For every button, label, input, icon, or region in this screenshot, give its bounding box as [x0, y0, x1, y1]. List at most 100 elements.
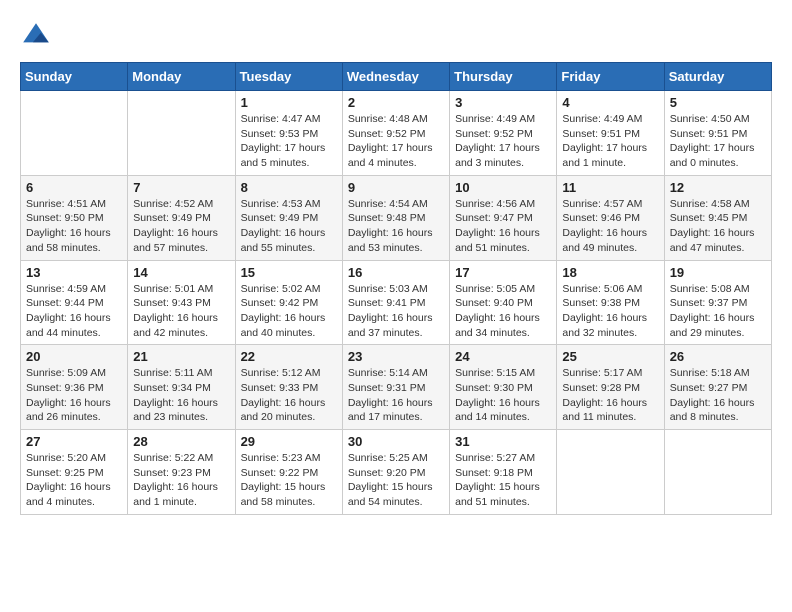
- column-header-sunday: Sunday: [21, 63, 128, 91]
- day-number: 5: [670, 95, 766, 110]
- day-number: 24: [455, 349, 551, 364]
- day-number: 17: [455, 265, 551, 280]
- day-info: Sunrise: 4:53 AMSunset: 9:49 PMDaylight:…: [241, 197, 337, 256]
- day-number: 12: [670, 180, 766, 195]
- logo-icon: [20, 20, 52, 52]
- calendar-cell: 14Sunrise: 5:01 AMSunset: 9:43 PMDayligh…: [128, 260, 235, 345]
- calendar-cell: 27 Sunrise: 5:20 AMSunset: 9:25 PMDayligh…: [21, 430, 128, 515]
- day-info: Sunrise: 4:57 AMSunset: 9:46 PMDaylight:…: [562, 197, 658, 256]
- calendar-cell: 6 Sunrise: 4:51 AMSunset: 9:50 PMDaylight…: [21, 175, 128, 260]
- column-header-friday: Friday: [557, 63, 664, 91]
- calendar-header-row: SundayMondayTuesdayWednesdayThursdayFrid…: [21, 63, 772, 91]
- day-info: Sunrise: 4:50 AMSunset: 9:51 PMDaylight:…: [670, 112, 766, 171]
- day-number: 20: [26, 349, 122, 364]
- calendar-cell: 7 Sunrise: 4:52 AMSunset: 9:49 PMDaylight…: [128, 175, 235, 260]
- calendar-cell: 24 Sunrise: 5:15 AMSunset: 9:30 PMDayligh…: [450, 345, 557, 430]
- day-info: Sunrise: 5:23 AMSunset: 9:22 PMDaylight:…: [241, 451, 337, 510]
- calendar-cell: [557, 430, 664, 515]
- day-info: Sunrise: 5:08 AMSunset: 9:37 PMDaylight:…: [670, 282, 766, 341]
- day-info: Sunrise: 4:52 AMSunset: 9:49 PMDaylight:…: [133, 197, 229, 256]
- calendar-week-1: 1 Sunrise: 4:47 AMSunset: 9:53 PMDaylight…: [21, 91, 772, 176]
- day-info: Sunrise: 5:17 AMSunset: 9:28 PMDaylight:…: [562, 366, 658, 425]
- day-number: 6: [26, 180, 122, 195]
- day-info: Sunrise: 5:20 AMSunset: 9:25 PMDaylight:…: [26, 451, 122, 510]
- day-info: Sunrise: 4:59 AMSunset: 9:44 PMDaylight:…: [26, 282, 122, 341]
- day-info: Sunrise: 5:14 AMSunset: 9:31 PMDaylight:…: [348, 366, 444, 425]
- day-info: Sunrise: 5:27 AMSunset: 9:18 PMDaylight:…: [455, 451, 551, 510]
- day-info: Sunrise: 4:47 AMSunset: 9:53 PMDaylight:…: [241, 112, 337, 171]
- day-number: 19: [670, 265, 766, 280]
- calendar-cell: 23 Sunrise: 5:14 AMSunset: 9:31 PMDayligh…: [342, 345, 449, 430]
- day-number: 8: [241, 180, 337, 195]
- day-info: Sunrise: 5:25 AMSunset: 9:20 PMDaylight:…: [348, 451, 444, 510]
- calendar-cell: 31 Sunrise: 5:27 AMSunset: 9:18 PMDayligh…: [450, 430, 557, 515]
- day-number: 29: [241, 434, 337, 449]
- calendar-cell: 28 Sunrise: 5:22 AMSunset: 9:23 PMDayligh…: [128, 430, 235, 515]
- day-number: 3: [455, 95, 551, 110]
- calendar-cell: 21 Sunrise: 5:11 AMSunset: 9:34 PMDayligh…: [128, 345, 235, 430]
- calendar-cell: [664, 430, 771, 515]
- day-info: Sunrise: 4:58 AMSunset: 9:45 PMDaylight:…: [670, 197, 766, 256]
- calendar-cell: 25 Sunrise: 5:17 AMSunset: 9:28 PMDayligh…: [557, 345, 664, 430]
- day-number: 16: [348, 265, 444, 280]
- calendar-week-5: 27 Sunrise: 5:20 AMSunset: 9:25 PMDayligh…: [21, 430, 772, 515]
- day-info: Sunrise: 4:51 AMSunset: 9:50 PMDaylight:…: [26, 197, 122, 256]
- day-number: 9: [348, 180, 444, 195]
- day-number: 1: [241, 95, 337, 110]
- calendar: SundayMondayTuesdayWednesdayThursdayFrid…: [20, 62, 772, 515]
- day-info: Sunrise: 5:12 AMSunset: 9:33 PMDaylight:…: [241, 366, 337, 425]
- calendar-cell: 1 Sunrise: 4:47 AMSunset: 9:53 PMDaylight…: [235, 91, 342, 176]
- calendar-cell: [128, 91, 235, 176]
- day-number: 27: [26, 434, 122, 449]
- calendar-cell: 19 Sunrise: 5:08 AMSunset: 9:37 PMDayligh…: [664, 260, 771, 345]
- day-info: Sunrise: 5:03 AMSunset: 9:41 PMDaylight:…: [348, 282, 444, 341]
- day-number: 30: [348, 434, 444, 449]
- day-number: 10: [455, 180, 551, 195]
- calendar-cell: 3 Sunrise: 4:49 AMSunset: 9:52 PMDaylight…: [450, 91, 557, 176]
- day-number: 2: [348, 95, 444, 110]
- day-info: Sunrise: 5:05 AMSunset: 9:40 PMDaylight:…: [455, 282, 551, 341]
- calendar-cell: [21, 91, 128, 176]
- day-number: 26: [670, 349, 766, 364]
- day-number: 7: [133, 180, 229, 195]
- column-header-tuesday: Tuesday: [235, 63, 342, 91]
- day-number: 31: [455, 434, 551, 449]
- day-number: 13: [26, 265, 122, 280]
- day-info: Sunrise: 4:48 AMSunset: 9:52 PMDaylight:…: [348, 112, 444, 171]
- calendar-cell: 4Sunrise: 4:49 AMSunset: 9:51 PMDaylight…: [557, 91, 664, 176]
- day-info: Sunrise: 5:22 AMSunset: 9:23 PMDaylight:…: [133, 451, 229, 510]
- calendar-cell: 8 Sunrise: 4:53 AMSunset: 9:49 PMDaylight…: [235, 175, 342, 260]
- calendar-cell: 10Sunrise: 4:56 AMSunset: 9:47 PMDayligh…: [450, 175, 557, 260]
- day-info: Sunrise: 5:01 AMSunset: 9:43 PMDaylight:…: [133, 282, 229, 341]
- day-number: 21: [133, 349, 229, 364]
- day-info: Sunrise: 5:15 AMSunset: 9:30 PMDaylight:…: [455, 366, 551, 425]
- day-number: 25: [562, 349, 658, 364]
- calendar-cell: 5 Sunrise: 4:50 AMSunset: 9:51 PMDaylight…: [664, 91, 771, 176]
- day-info: Sunrise: 5:02 AMSunset: 9:42 PMDaylight:…: [241, 282, 337, 341]
- calendar-cell: 16 Sunrise: 5:03 AMSunset: 9:41 PMDayligh…: [342, 260, 449, 345]
- day-info: Sunrise: 5:09 AMSunset: 9:36 PMDaylight:…: [26, 366, 122, 425]
- day-info: Sunrise: 5:06 AMSunset: 9:38 PMDaylight:…: [562, 282, 658, 341]
- header: [20, 20, 772, 52]
- calendar-week-3: 13 Sunrise: 4:59 AMSunset: 9:44 PMDayligh…: [21, 260, 772, 345]
- column-header-monday: Monday: [128, 63, 235, 91]
- day-number: 23: [348, 349, 444, 364]
- logo: [20, 20, 56, 52]
- day-info: Sunrise: 4:54 AMSunset: 9:48 PMDaylight:…: [348, 197, 444, 256]
- day-info: Sunrise: 5:11 AMSunset: 9:34 PMDaylight:…: [133, 366, 229, 425]
- calendar-cell: 18Sunrise: 5:06 AMSunset: 9:38 PMDayligh…: [557, 260, 664, 345]
- day-info: Sunrise: 4:49 AMSunset: 9:51 PMDaylight:…: [562, 112, 658, 171]
- day-info: Sunrise: 4:49 AMSunset: 9:52 PMDaylight:…: [455, 112, 551, 171]
- column-header-thursday: Thursday: [450, 63, 557, 91]
- day-info: Sunrise: 5:18 AMSunset: 9:27 PMDaylight:…: [670, 366, 766, 425]
- calendar-cell: 9 Sunrise: 4:54 AMSunset: 9:48 PMDaylight…: [342, 175, 449, 260]
- calendar-cell: 17 Sunrise: 5:05 AMSunset: 9:40 PMDayligh…: [450, 260, 557, 345]
- day-number: 28: [133, 434, 229, 449]
- column-header-saturday: Saturday: [664, 63, 771, 91]
- calendar-cell: 2 Sunrise: 4:48 AMSunset: 9:52 PMDaylight…: [342, 91, 449, 176]
- calendar-cell: 30 Sunrise: 5:25 AMSunset: 9:20 PMDayligh…: [342, 430, 449, 515]
- calendar-cell: 11 Sunrise: 4:57 AMSunset: 9:46 PMDayligh…: [557, 175, 664, 260]
- day-number: 11: [562, 180, 658, 195]
- calendar-week-4: 20 Sunrise: 5:09 AMSunset: 9:36 PMDayligh…: [21, 345, 772, 430]
- calendar-cell: 26 Sunrise: 5:18 AMSunset: 9:27 PMDayligh…: [664, 345, 771, 430]
